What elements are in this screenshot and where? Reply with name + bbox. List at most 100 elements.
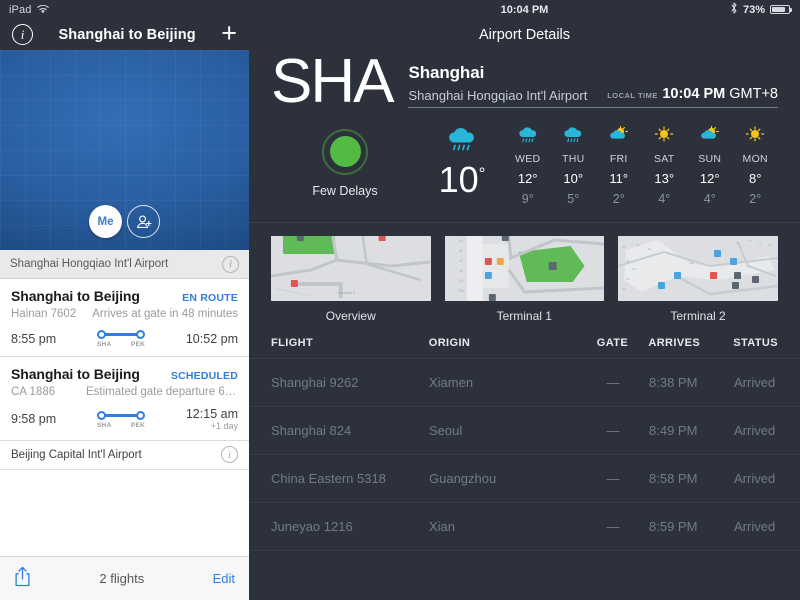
depart-time: 9:58 pm: [11, 412, 57, 427]
svg-text:75: 75: [768, 243, 772, 247]
route-indicator: SHA PEK: [97, 329, 146, 348]
timezone-offset: GMT+8: [729, 86, 778, 102]
forecast-high: 12°: [699, 170, 720, 186]
table-row[interactable]: Shanghai 9262 Xiamen — 8:38 PM Arrived: [249, 357, 800, 406]
wifi-icon: [37, 1, 50, 19]
delay-status: Few Delays: [271, 126, 419, 198]
cell-status: Arrived: [734, 470, 776, 486]
map-card-terminal-2[interactable]: 34 25 22 25 28 21 46 44 46 77 71 75 Terminal 2: [618, 235, 778, 323]
column-header-gate: GATE: [596, 336, 629, 349]
map-label: Terminal 1: [496, 308, 552, 323]
origin-code: SHA: [97, 421, 112, 429]
arrive-time: 10:52 pm: [185, 331, 238, 346]
forecast-day-label: SUN: [698, 152, 722, 165]
forecast-day-label: THU: [562, 152, 585, 165]
flight-number: CA 1886: [11, 386, 56, 398]
svg-text:38: 38: [458, 269, 462, 273]
forecast-high: 8°: [749, 170, 762, 186]
cell-origin: Guangzhou: [429, 470, 497, 486]
forecast-day: SAT 13° 4°: [642, 126, 688, 206]
flight-note: Estimated gate departure 6 minutes a...: [86, 386, 238, 398]
forecast-low: 4°: [658, 191, 671, 206]
svg-text:54: 54: [458, 239, 462, 243]
status-badge: EN ROUTE: [182, 292, 238, 304]
table-row[interactable]: Shanghai 824 Seoul — 8:49 PM Arrived: [249, 405, 800, 454]
sun-icon: [744, 126, 766, 149]
svg-text:25: 25: [626, 259, 630, 263]
map-thumbnail[interactable]: 54 50 47 38 33 B10: [444, 235, 604, 301]
cell-origin: Seoul: [429, 422, 463, 438]
cell-gate: —: [606, 470, 620, 486]
column-header-origin: ORIGIN: [428, 336, 471, 349]
airport-header-subrow: Shanghai Hongqiao Int'l Airport LOCAL TI…: [408, 85, 778, 108]
info-icon[interactable]: i: [12, 24, 33, 45]
column-header-status: STATUS: [733, 336, 778, 349]
list-item[interactable]: Shanghai to Beijing SCHEDULED CA 1886 Es…: [0, 357, 249, 441]
map-card-terminal-1[interactable]: 54 50 47 38 33 B10 Terminal 1: [444, 235, 604, 323]
rain-cloud-icon: [445, 126, 479, 158]
route-map[interactable]: Me: [0, 50, 249, 250]
route-indicator: SHA PEK: [97, 410, 146, 429]
flight-card-header: Shanghai to Beijing EN ROUTE: [11, 288, 238, 304]
table-row[interactable]: Juneyao 1216 Xian — 8:59 PM Arrived: [249, 501, 800, 550]
map-thumbnail[interactable]: Terminal 1: [271, 235, 431, 301]
cell-arrives: 8:59 PM: [649, 518, 698, 534]
svg-text:77: 77: [748, 239, 752, 243]
add-person-icon[interactable]: [127, 205, 160, 238]
cell-status: Arrived: [734, 374, 776, 390]
terminal-maps: Terminal 1 Overview 54 50 47 38 33 B10 T…: [249, 223, 800, 323]
map-card-overview[interactable]: Terminal 1 Overview: [271, 235, 431, 323]
map-avatars: Me: [0, 205, 249, 238]
share-icon[interactable]: [14, 566, 31, 592]
edit-button[interactable]: Edit: [213, 571, 235, 586]
plus-icon[interactable]: +: [221, 19, 237, 47]
cell-flight: Juneyao 1216: [271, 518, 353, 534]
svg-text:46: 46: [736, 241, 740, 245]
local-time-value: 10:04 PM GMT+8: [662, 86, 778, 102]
avatar[interactable]: Me: [89, 205, 122, 238]
svg-text:46: 46: [622, 287, 626, 291]
depart-time: 8:55 pm: [11, 331, 57, 346]
forecast-high: 13°: [654, 170, 675, 186]
cell-flight: Shanghai 9262: [271, 374, 359, 390]
status-badge: SCHEDULED: [170, 370, 238, 382]
sun-cloud-icon: [699, 124, 721, 149]
detail-nav-bar: Airport Details: [249, 19, 800, 50]
local-time-block: LOCAL TIME 10:04 PM GMT+8: [607, 85, 778, 103]
cell-arrives: 8:58 PM: [649, 470, 698, 486]
svg-text:B10: B10: [458, 289, 464, 293]
table-row-partial[interactable]: [249, 549, 800, 598]
map-label: Terminal 2: [670, 308, 726, 323]
detail-status-bar: 10:04 PM 73%: [249, 0, 800, 19]
sidebar-toolbar: 2 flights Edit: [0, 556, 249, 600]
info-icon[interactable]: i: [221, 446, 238, 464]
airport-full-name: Shanghai Hongqiao Int'l Airport: [408, 88, 588, 103]
status-clock: 10:04 PM: [500, 3, 549, 16]
cell-gate: —: [606, 518, 620, 534]
origin-airport-label: Shanghai Hongqiao Int'l Airport: [10, 258, 169, 270]
battery-icon: [770, 4, 793, 15]
sidebar-title: Shanghai to Beijing: [58, 26, 196, 43]
flight-count-label: 2 flights: [99, 571, 145, 586]
flight-route-title: Shanghai to Beijing: [11, 288, 140, 304]
destination-airport-row[interactable]: Beijing Capital Int'l Airport i: [0, 440, 249, 470]
svg-text:34: 34: [622, 245, 626, 249]
forecast-high: 12°: [517, 170, 538, 186]
app-root: iPad i Shanghai to Beijing + Me Shanghai…: [0, 0, 800, 600]
forecast-low: 9°: [521, 191, 534, 206]
battery-percent: 73%: [742, 3, 765, 16]
forecast-high: 10°: [563, 170, 584, 186]
info-icon[interactable]: i: [222, 255, 239, 273]
airport-iata-code: SHA: [271, 47, 394, 116]
map-thumbnail[interactable]: 34 25 22 25 28 21 46 44 46 77 71 75: [618, 235, 778, 301]
page-title: Airport Details: [478, 26, 571, 43]
flight-route-title: Shanghai to Beijing: [11, 366, 140, 382]
airport-header: SHA Shanghai Shanghai Hongqiao Int'l Air…: [249, 50, 800, 112]
airport-header-right: Shanghai Shanghai Hongqiao Int'l Airport…: [408, 56, 778, 108]
status-dot-icon: [322, 128, 368, 175]
list-item[interactable]: Shanghai to Beijing EN ROUTE Hainan 7602…: [0, 279, 249, 357]
origin-airport-header[interactable]: Shanghai Hongqiao Int'l Airport i: [0, 250, 249, 279]
table-row[interactable]: China Eastern 5318 Guangzhou — 8:58 PM A…: [249, 453, 800, 502]
current-weather: 10°: [419, 126, 505, 198]
arrivals-table: FLIGHT ORIGIN GATE ARRIVES STATUS Shangh…: [249, 337, 800, 600]
